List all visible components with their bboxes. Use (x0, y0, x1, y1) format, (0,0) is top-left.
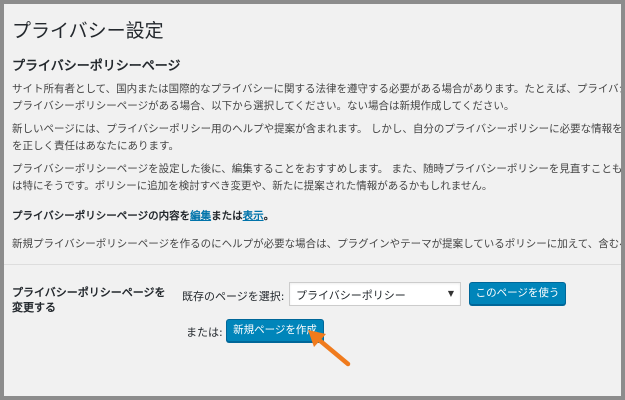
new-page-paragraph: 新しいページには、プライバシーポリシー用のヘルプや提案が含まれます。 しかし、自… (12, 121, 621, 155)
use-this-page-button[interactable]: このページを使う (469, 282, 566, 305)
page-title: プライバシー設定 (12, 20, 164, 42)
chevron-down-icon: ▼ (447, 289, 454, 298)
content-middle: または (211, 210, 243, 222)
view-link[interactable]: 表示 (243, 210, 264, 222)
settings-frame: プライバシー設定 プライバシーポリシーページ サイト所有者として、国内または国際… (4, 4, 621, 396)
content-prefix: プライバシーポリシーページの内容を (12, 210, 191, 222)
select-page-label: 既存のページを選択: (182, 290, 285, 303)
help-paragraph: 新規プライバシーポリシーページを作るのにヘルプが必要な場合は、プラグインやテーマ… (12, 238, 621, 250)
page-select[interactable]: プライバシーポリシー ▼ (289, 282, 461, 306)
section-divider (4, 264, 621, 265)
new-page-line-2: を正しく責任はあなたにあります。 (12, 140, 179, 152)
new-page-line-1: 新しいページには、プライバシーポリシー用のヘルプや提案が含まれます。 しかし、自… (12, 123, 621, 135)
intro-line-2: プライバシーポリシーページがある場合、以下から選択してください。ない場合は新規作… (12, 100, 515, 112)
edit-recommend-line-2: は特にそうです。ポリシーに追加を検討すべき変更や、新たに提案された情報があるかも… (12, 180, 493, 192)
section-title: プライバシーポリシーページ (12, 59, 181, 74)
or-label: または: (186, 326, 223, 339)
edit-recommend-line-1: プライバシーポリシーページを設定した後に、編集することをおすすめします。 また、… (12, 163, 621, 175)
intro-paragraph: サイト所有者として、国内または国際的なプライバシーに関する法律を遵守する必要があ… (12, 81, 621, 115)
edit-link[interactable]: 編集 (190, 210, 211, 222)
content-links-line: プライバシーポリシーページの内容を編集または表示。 (12, 208, 274, 225)
content-suffix: 。 (263, 210, 275, 222)
change-page-label: プライバシーポリシーページを変更する (12, 286, 166, 314)
edit-recommend-paragraph: プライバシーポリシーページを設定した後に、編集することをおすすめします。 また、… (12, 161, 621, 195)
intro-line-1: サイト所有者として、国内または国際的なプライバシーに関する法律を遵守する必要があ… (12, 83, 621, 95)
annotation-arrow-icon (308, 330, 351, 367)
page-select-value: プライバシーポリシー (296, 289, 406, 302)
